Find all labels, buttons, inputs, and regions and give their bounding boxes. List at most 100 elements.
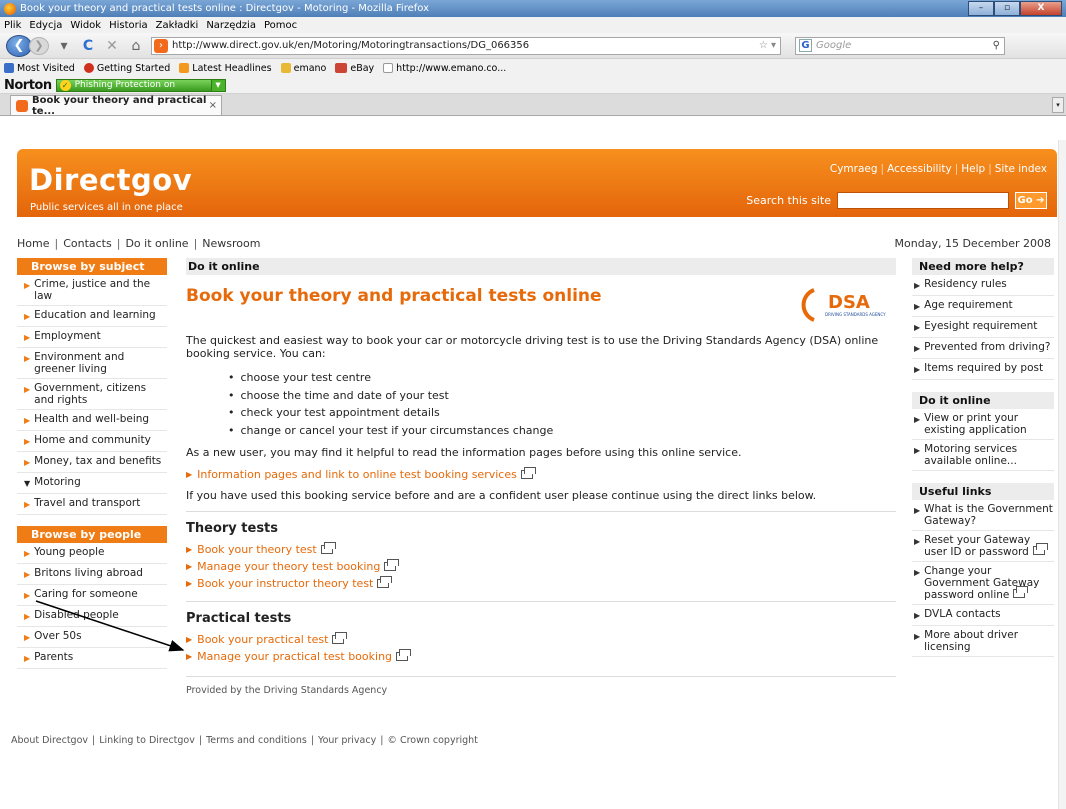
information-pages-link[interactable]: ▶ Information pages and link to online te… [186,466,896,481]
menu-edit[interactable]: Edycja [29,20,62,31]
nav-newsroom[interactable]: Newsroom [202,237,260,250]
arrow-right-icon: ▶ [914,506,921,515]
menu-help[interactable]: Pomoc [264,20,297,31]
footer-about[interactable]: About Directgov [11,735,88,746]
svg-text:DRIVING STANDARDS AGENCY: DRIVING STANDARDS AGENCY [825,312,886,317]
main-content: Do it online Book your theory and practi… [186,258,896,696]
people-disabled[interactable]: ▶ Disabled people [17,606,167,627]
link-accessibility[interactable]: Accessibility [887,163,952,175]
nav-contacts[interactable]: Contacts [63,237,112,250]
help-residency[interactable]: ▶ Residency rules [912,275,1054,296]
window-titlebar: Book your theory and practical tests onl… [0,0,1066,17]
link-cymraeg[interactable]: Cymraeg [830,163,878,175]
maximize-button[interactable]: ▫ [994,1,1020,16]
most-visited-icon [4,63,14,73]
close-tab-icon[interactable]: × [209,100,217,111]
manage-theory-booking-link[interactable]: ▶ Manage your theory test booking [186,558,896,575]
footer-linking[interactable]: Linking to Directgov [99,735,195,746]
subject-education[interactable]: ▶ Education and learning [17,306,167,327]
footer-copyright[interactable]: © Crown copyright [387,735,477,746]
practical-tests-heading: Practical tests [186,600,896,626]
bookmark-ebay[interactable]: eBay [335,63,374,74]
useful-gateway[interactable]: ▶ What is the Government Gateway? [912,500,1054,531]
menu-file[interactable]: Plik [4,20,21,31]
browser-search-box[interactable]: G Google ⚲ [795,36,1005,55]
menu-tools[interactable]: Narzędzia [206,20,256,31]
site-search-input[interactable] [837,192,1009,209]
useful-driver-licensing[interactable]: ▶ More about driver licensing [912,626,1054,657]
people-parents[interactable]: ▶ Parents [17,648,167,669]
people-caring[interactable]: ▶ Caring for someone [17,585,167,606]
page-footer: About Directgov | Linking to Directgov | Ter… [11,735,478,746]
google-engine-icon[interactable]: G [799,39,812,52]
nav-home[interactable]: Home [17,237,49,250]
go-button[interactable]: Go ➔ [1015,192,1047,209]
help-age[interactable]: ▶ Age requirement [912,296,1054,317]
forward-button[interactable]: ❯ [29,36,49,55]
bookmark-most-visited[interactable]: Most Visited [4,63,75,74]
menu-view[interactable]: Widok [70,20,101,31]
close-window-button[interactable]: X [1020,1,1062,16]
directgov-logo[interactable]: Directgov [29,163,192,197]
link-site-index[interactable]: Site index [995,163,1047,175]
useful-change-password[interactable]: ▶ Change your Government Gateway password… [912,562,1054,605]
bookmark-emano[interactable]: emano [280,63,326,74]
bookmark-emano-url[interactable]: http://www.emano.co... [383,63,506,74]
useful-reset-gateway[interactable]: ▶ Reset your Gateway user ID or password [912,531,1054,562]
footer-terms[interactable]: Terms and conditions [206,735,307,746]
need-more-help-heading: Need more help? [912,258,1054,275]
tab-label: Book your theory and practical te... [32,94,207,117]
tab-list-button[interactable]: ▾ [1052,97,1064,113]
phishing-protection-button[interactable]: ✓ Phishing Protection on ▼ [55,78,226,92]
useful-dvla[interactable]: ▶ DVLA contacts [912,605,1054,626]
tab-book-tests[interactable]: Book your theory and practical te... × [10,94,222,117]
window-title: Book your theory and practical tests onl… [20,3,429,14]
home-icon[interactable]: ⌂ [127,38,145,54]
subject-health[interactable]: ▶ Health and well-being [17,410,167,431]
subject-travel[interactable]: ▶ Travel and transport [17,494,167,515]
search-icon[interactable]: ⚲ [993,40,1000,51]
do-it-online-heading: Do it online [912,392,1054,409]
book-practical-test-link[interactable]: ▶ Book your practical test [186,631,896,648]
help-items-post[interactable]: ▶ Items required by post [912,359,1054,380]
subject-money[interactable]: ▶ Money, tax and benefits [17,452,167,473]
book-instructor-theory-link[interactable]: ▶ Book your instructor theory test [186,575,896,592]
online-motoring-services[interactable]: ▶ Motoring services available online... [912,440,1054,471]
nav-do-it-online[interactable]: Do it online [125,237,188,250]
bookmark-latest-headlines[interactable]: Latest Headlines [179,63,272,74]
browser-search-placeholder: Google [816,40,852,51]
menu-bookmarks[interactable]: Zakładki [156,20,199,31]
bookmark-star-icon[interactable]: ☆ ▾ [759,40,776,51]
subject-home[interactable]: ▶ Home and community [17,431,167,452]
url-text[interactable]: http://www.direct.gov.uk/en/Motoring/Mot… [172,40,759,51]
menu-history[interactable]: Historia [109,20,148,31]
new-window-icon [332,631,348,644]
link-help[interactable]: Help [961,163,985,175]
help-eyesight[interactable]: ▶ Eyesight requirement [912,317,1054,338]
arrow-right-icon: ▶ [24,570,31,579]
online-view-print[interactable]: ▶ View or print your existing application [912,409,1054,440]
footer-privacy[interactable]: Your privacy [318,735,376,746]
reload-icon[interactable]: C [79,38,97,54]
arrow-right-icon: ▶ [186,544,193,554]
manage-practical-booking-link[interactable]: ▶ Manage your practical test booking [186,648,896,665]
stop-icon[interactable]: ✕ [103,38,121,54]
vertical-scrollbar[interactable] [1058,140,1066,809]
help-prevented[interactable]: ▶ Prevented from driving? [912,338,1054,359]
minimize-button[interactable]: – [968,1,994,16]
subject-employment[interactable]: ▶ Employment [17,327,167,348]
url-bar[interactable]: › http://www.direct.gov.uk/en/Motoring/M… [151,36,781,55]
subject-environment[interactable]: ▶ Environment and greener living [17,348,167,379]
folder-icon [280,63,291,73]
bookmark-getting-started[interactable]: Getting Started [83,63,170,74]
people-britons-abroad[interactable]: ▶ Britons living abroad [17,564,167,585]
people-over-50s[interactable]: ▶ Over 50s [17,627,167,648]
book-theory-test-link[interactable]: ▶ Book your theory test [186,541,896,558]
chevron-down-icon[interactable]: ▼ [210,79,225,91]
history-dropdown-icon[interactable]: ▾ [55,38,73,54]
subject-motoring[interactable]: ▼ Motoring [17,473,167,494]
people-young[interactable]: ▶ Young people [17,543,167,564]
new-window-icon [384,558,400,571]
subject-crime[interactable]: ▶ Crime, justice and the law [17,275,167,306]
subject-government[interactable]: ▶ Government, citizens and rights [17,379,167,410]
